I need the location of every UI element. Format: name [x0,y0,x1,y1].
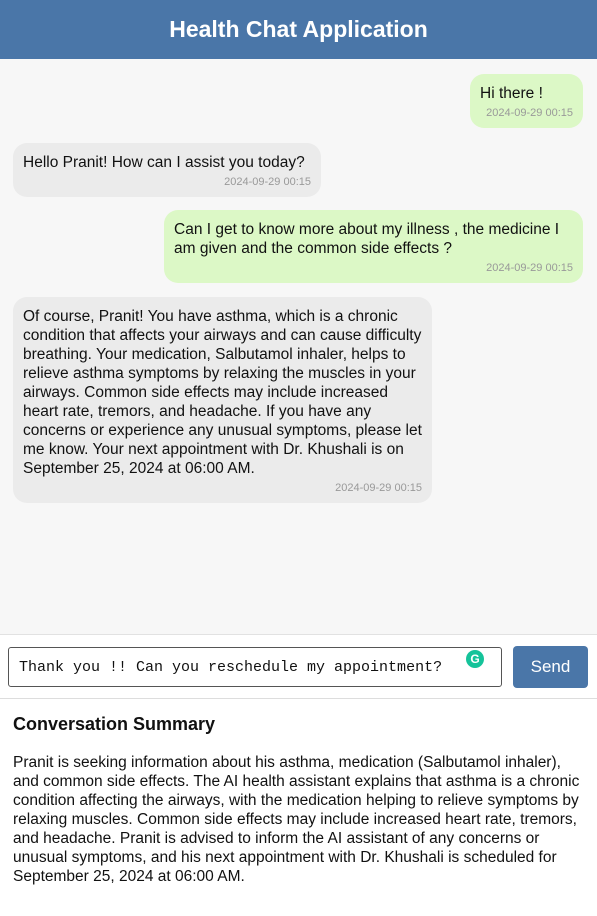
bot-message: Hello Pranit! How can I assist you today… [13,143,321,197]
message-timestamp: 2024-09-29 00:15 [335,482,422,494]
message-text: Hello Pranit! How can I assist you today… [23,154,305,171]
message-timestamp: 2024-09-29 00:15 [486,262,573,274]
conversation-summary: Conversation Summary Pranit is seeking i… [0,699,597,886]
chat-area[interactable]: Hi there ! 2024-09-29 00:15 Hello Pranit… [0,59,597,635]
message-text: Of course, Pranit! You have asthma, whic… [23,308,422,477]
message-input[interactable] [8,647,502,687]
message-timestamp: 2024-09-29 00:15 [486,107,573,119]
send-button[interactable]: Send [513,646,588,688]
grammarly-icon[interactable]: G [466,650,484,668]
bot-message: Of course, Pranit! You have asthma, whic… [13,297,432,503]
app-header: Health Chat Application [0,0,597,59]
summary-text: Pranit is seeking information about his … [13,754,580,885]
message-text: Hi there ! [480,85,543,102]
summary-heading: Conversation Summary [13,714,216,734]
app-title: Health Chat Application [169,16,428,42]
message-timestamp: 2024-09-29 00:15 [224,176,311,188]
user-message: Hi there ! 2024-09-29 00:15 [470,74,583,128]
input-bar: G Send [0,635,597,699]
user-message: Can I get to know more about my illness … [164,210,583,283]
message-text: Can I get to know more about my illness … [174,221,560,257]
